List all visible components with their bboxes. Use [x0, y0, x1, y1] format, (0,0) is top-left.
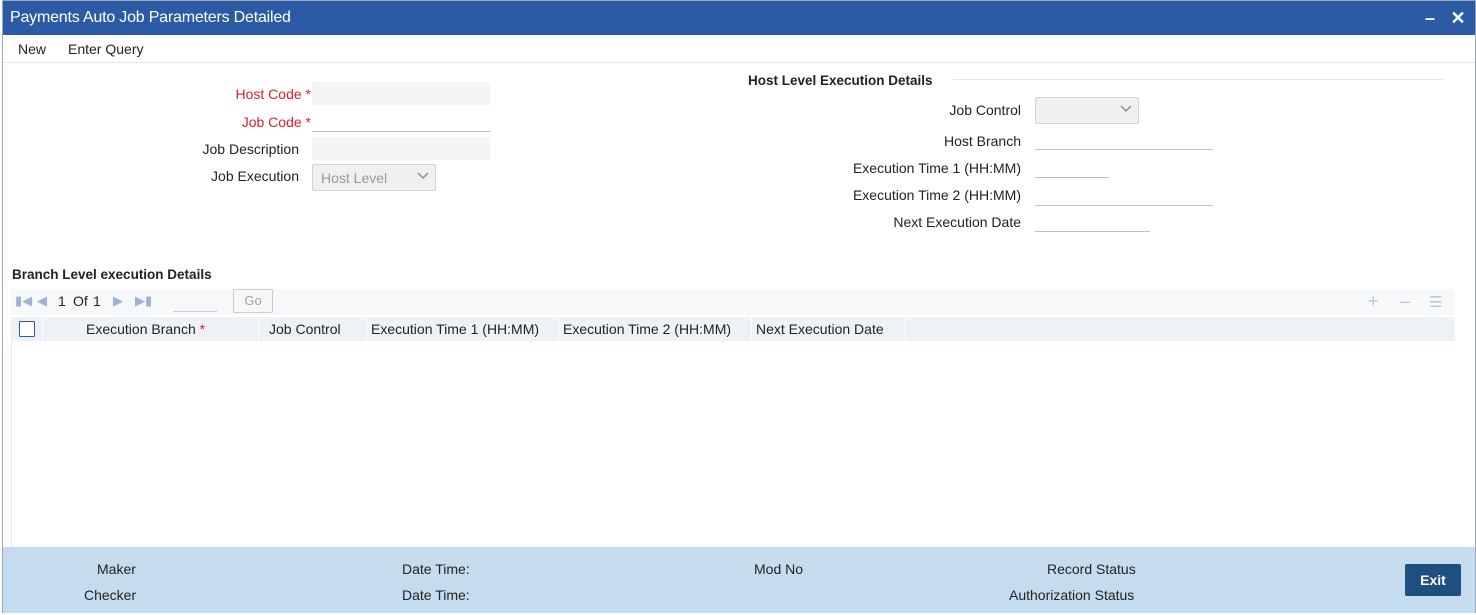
- job-control-label: Job Control: [949, 102, 1021, 118]
- job-execution-value: Host Level: [321, 170, 388, 186]
- column-header-execution-time-2[interactable]: Execution Time 2 (HH:MM): [559, 317, 752, 341]
- checker-date-time-label: Date Time:: [402, 587, 470, 603]
- page-number-input[interactable]: [173, 290, 217, 312]
- title-bar: Payments Auto Job Parameters Detailed – …: [3, 1, 1475, 35]
- host-code-label: Host Code *: [235, 86, 312, 102]
- authorization-status-label: Authorization Status: [1009, 587, 1135, 603]
- prev-page-icon[interactable]: ◀: [37, 293, 47, 309]
- job-description-label: Job Description: [202, 141, 300, 157]
- record-status-label: Record Status: [1047, 561, 1136, 577]
- next-execution-date-label: Next Execution Date: [893, 214, 1021, 230]
- grid-header: Execution Branch * Job Control Execution…: [11, 317, 1455, 341]
- execution-time-2-input[interactable]: [1035, 183, 1213, 206]
- host-code-input[interactable]: [312, 82, 490, 105]
- enter-query-menu-item[interactable]: Enter Query: [68, 41, 143, 57]
- add-row-icon[interactable]: +: [1368, 291, 1379, 312]
- job-code-input[interactable]: [312, 109, 490, 132]
- host-branch-input[interactable]: [1035, 127, 1213, 150]
- select-all-cell: [11, 317, 43, 341]
- next-execution-date-input[interactable]: [1035, 209, 1150, 232]
- execution-time-2-label: Execution Time 2 (HH:MM): [852, 187, 1021, 203]
- checker-label: Checker: [84, 587, 137, 603]
- mod-no-label: Mod No: [754, 561, 804, 577]
- remove-row-icon[interactable]: –: [1400, 291, 1410, 312]
- chevron-down-icon: [1120, 105, 1132, 113]
- select-all-checkbox[interactable]: [19, 321, 35, 337]
- go-button[interactable]: Go: [233, 289, 273, 313]
- host-branch-label: Host Branch: [943, 133, 1021, 149]
- execution-time-1-input[interactable]: [1035, 155, 1109, 178]
- page-total: 1: [93, 293, 101, 309]
- job-execution-select[interactable]: Host Level: [312, 164, 436, 191]
- page-of-label: Of: [73, 293, 88, 309]
- minimize-icon[interactable]: –: [1419, 6, 1441, 30]
- column-header-execution-branch[interactable]: Execution Branch *: [43, 317, 259, 341]
- first-page-icon[interactable]: ▮◀: [15, 293, 32, 309]
- page-current: 1: [58, 293, 66, 309]
- grid-body: [11, 341, 1455, 547]
- execution-time-1-label: Execution Time 1 (HH:MM): [852, 160, 1021, 176]
- job-control-select[interactable]: [1035, 97, 1139, 124]
- branch-level-section-title: Branch Level execution Details: [12, 267, 212, 282]
- chevron-down-icon: [417, 172, 429, 180]
- close-icon[interactable]: ✕: [1447, 6, 1469, 30]
- menu-bar: New Enter Query: [3, 35, 1475, 63]
- column-header-job-control[interactable]: Job Control: [259, 317, 367, 341]
- audit-footer: Maker Checker Date Time: Date Time: Mod …: [3, 547, 1475, 613]
- section-divider: [953, 79, 1443, 80]
- column-header-next-execution-date[interactable]: Next Execution Date: [752, 317, 906, 341]
- app-window: Payments Auto Job Parameters Detailed – …: [2, 0, 1476, 613]
- exit-button[interactable]: Exit: [1405, 564, 1461, 596]
- job-code-label: Job Code *: [241, 114, 311, 130]
- required-marker: *: [199, 321, 206, 337]
- grid-pager: ▮◀ ◀ 1 Of 1 ▶ ▶▮ Go + – ☰: [11, 289, 1455, 315]
- column-header-execution-time-1[interactable]: Execution Time 1 (HH:MM): [367, 317, 559, 341]
- new-menu-item[interactable]: New: [18, 41, 46, 57]
- maker-label: Maker: [97, 561, 136, 577]
- window-title: Payments Auto Job Parameters Detailed: [10, 9, 291, 26]
- grid-settings-icon[interactable]: ☰: [1429, 293, 1442, 311]
- job-execution-label: Job Execution: [211, 168, 299, 184]
- job-description-input[interactable]: [312, 137, 490, 160]
- host-level-section-title: Host Level Execution Details: [748, 73, 933, 88]
- maker-date-time-label: Date Time:: [402, 561, 470, 577]
- next-page-icon[interactable]: ▶: [113, 293, 123, 309]
- last-page-icon[interactable]: ▶▮: [135, 293, 152, 309]
